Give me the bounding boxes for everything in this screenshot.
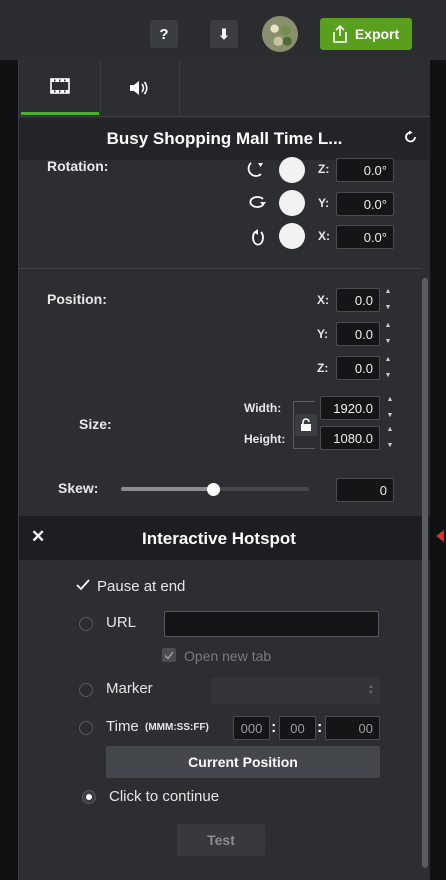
position-y-field[interactable]: 0.0 (336, 322, 380, 346)
close-icon[interactable]: ✕ (31, 527, 45, 547)
url-input[interactable] (164, 611, 379, 637)
position-x-stepper[interactable]: ▲ ▼ (383, 287, 393, 313)
tab-audio[interactable] (100, 60, 180, 115)
position-x-axis: X: (317, 293, 329, 307)
skew-field[interactable]: 0 (336, 478, 394, 502)
timeline-marker-arrow-icon (436, 530, 444, 542)
rotation-z-axis: Z: (318, 162, 330, 176)
url-radio[interactable] (79, 617, 93, 631)
chevron-updown-icon: ▲ ▼ (368, 684, 374, 696)
position-z-stepper[interactable]: ▲ ▼ (383, 355, 393, 381)
open-new-tab-checkbox[interactable] (162, 648, 176, 662)
click-to-continue-radio[interactable] (82, 790, 96, 804)
pause-checkbox[interactable] (76, 578, 90, 592)
height-stepper[interactable]: ▲ ▼ (385, 425, 395, 451)
height-label: Height: (244, 432, 286, 446)
rotate-x-icon (250, 228, 266, 253)
tab-visual[interactable] (21, 60, 99, 115)
hotspot-title: Interactive Hotspot (142, 529, 296, 548)
position-z-field[interactable]: 0.0 (336, 356, 380, 380)
download-icon: ⬇ (218, 25, 230, 42)
click-to-continue-label: Click to continue (109, 788, 220, 805)
left-gutter (0, 60, 18, 880)
time-format-label: (MMM:SS:FF) (145, 722, 209, 733)
skew-slider-thumb[interactable] (207, 483, 220, 496)
skew-label: Skew: (58, 480, 99, 496)
panel-scrollbar[interactable] (422, 278, 428, 868)
pause-label: Pause at end (97, 578, 186, 595)
skew-slider-fill (121, 487, 214, 491)
width-label: Width: (244, 401, 282, 415)
rotation-z-dial[interactable] (279, 157, 305, 183)
help-button[interactable]: ? (150, 20, 178, 48)
speaker-icon (130, 80, 148, 95)
rotation-x-dial[interactable] (279, 223, 305, 249)
download-button[interactable]: ⬇ (210, 20, 238, 48)
clip-title: Busy Shopping Mall Time L... (106, 129, 343, 148)
position-y-stepper[interactable]: ▲ ▼ (383, 321, 393, 347)
right-gutter (430, 60, 446, 880)
position-y-axis: Y: (317, 327, 329, 341)
rotation-x-axis: X: (318, 229, 330, 243)
rotation-x-field[interactable]: 0.0° (336, 225, 394, 249)
height-field[interactable]: 1080.0 (320, 426, 380, 450)
section-divider (19, 268, 422, 269)
checkmark-icon (76, 579, 90, 591)
rotation-label: Rotation: (47, 158, 109, 174)
current-position-button[interactable]: Current Position (106, 746, 380, 778)
time-separator: : (271, 719, 277, 736)
rotation-y-axis: Y: (318, 196, 330, 210)
aspect-lock-button[interactable] (295, 414, 317, 436)
share-icon (333, 25, 347, 43)
rotation-y-dial[interactable] (279, 190, 305, 216)
marker-select[interactable]: ▲ ▼ (211, 678, 380, 704)
time-minutes-field[interactable]: 000 (233, 716, 270, 740)
clip-title-bar: Busy Shopping Mall Time L... (19, 118, 430, 160)
rotate-y-icon (247, 194, 267, 215)
size-label: Size: (79, 416, 112, 432)
export-button[interactable]: Export (320, 18, 412, 50)
time-radio[interactable] (79, 721, 93, 735)
time-label: Time (106, 718, 139, 735)
lock-icon (301, 418, 311, 431)
width-stepper[interactable]: ▲ ▼ (385, 395, 395, 421)
width-field[interactable]: 1920.0 (320, 396, 380, 420)
avatar[interactable] (262, 16, 298, 52)
film-icon (50, 78, 70, 94)
test-button[interactable]: Test (177, 824, 265, 856)
reset-icon[interactable] (404, 130, 418, 149)
url-label: URL (106, 614, 137, 631)
position-z-axis: Z: (317, 361, 329, 375)
rotate-z-icon (247, 160, 265, 183)
checkmark-icon (164, 651, 174, 660)
open-new-tab-label: Open new tab (184, 648, 272, 664)
position-x-field[interactable]: 0.0 (336, 288, 380, 312)
marker-label: Marker (106, 680, 153, 697)
rotation-z-field[interactable]: 0.0° (336, 158, 394, 182)
time-frames-field[interactable]: 00 (325, 716, 380, 740)
rotation-y-field[interactable]: 0.0° (336, 192, 394, 216)
time-seconds-field[interactable]: 00 (279, 716, 316, 740)
time-separator: : (317, 719, 323, 736)
position-label: Position: (47, 291, 107, 307)
marker-radio[interactable] (79, 683, 93, 697)
